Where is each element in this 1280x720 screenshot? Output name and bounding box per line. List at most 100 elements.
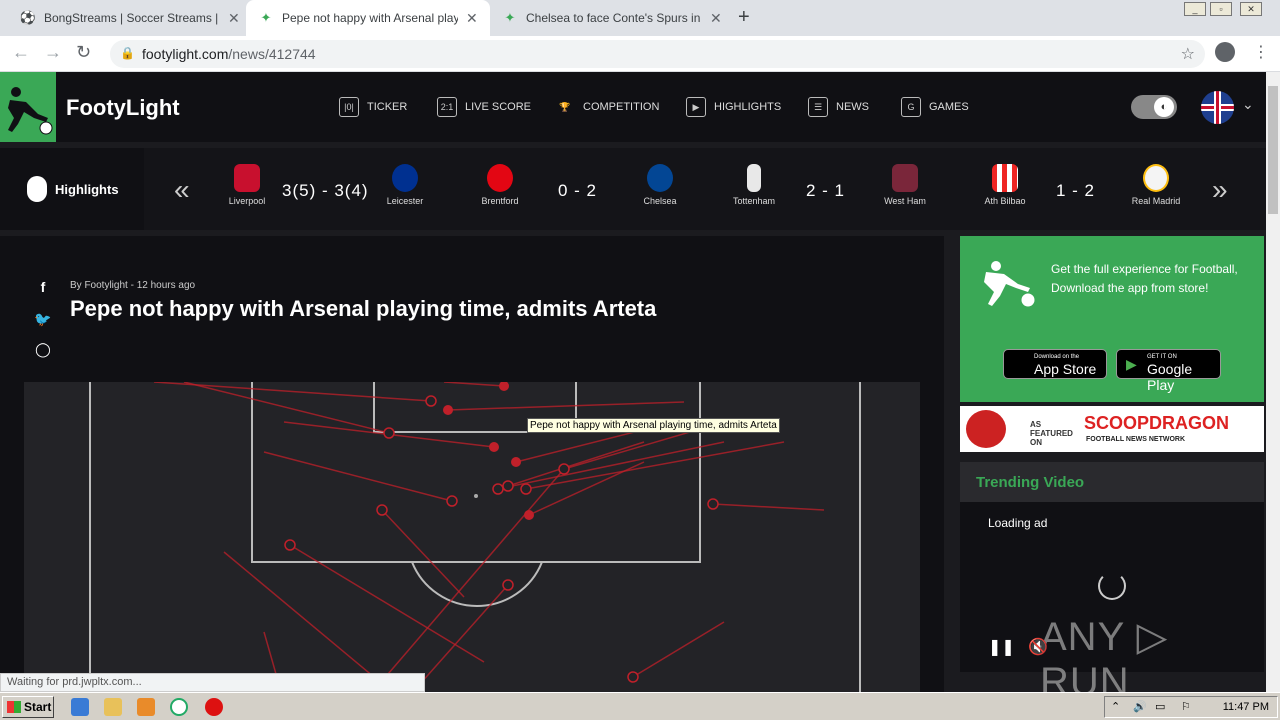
match-score[interactable]: 1 - 2 (1056, 181, 1095, 201)
highlights-label-box[interactable]: Highlights (0, 148, 144, 230)
network-icon[interactable]: ▭ (1155, 700, 1165, 713)
google-play-icon: ▶ (1126, 356, 1137, 372)
scoopdragon-banner[interactable]: AS FEATURED ON SCOOPDRAGON FOOTBALL NEWS N… (960, 406, 1264, 452)
address-bar[interactable]: 🔒 footylight.com/news/412744 ☆ (110, 40, 1205, 68)
live-score-icon: 2:1 (437, 97, 457, 117)
nav-label: LIVE SCORE (465, 101, 532, 113)
page-viewport: FootyLight |0| TICKER 2:1 LIVE SCORE 🏆 C… (0, 72, 1266, 692)
folder-icon[interactable] (104, 698, 122, 716)
footylight-favicon-icon: ✦ (260, 10, 272, 25)
nav-games[interactable]: G GAMES (901, 96, 969, 118)
trending-video: Trending Video Loading ad ANY ▷ RUN ❚❚ 🔇 (960, 462, 1264, 692)
tottenham-crest-icon (747, 164, 761, 192)
trending-header: Trending Video (960, 462, 1264, 502)
url-domain: footylight.com (142, 46, 229, 62)
taskbar: Start ⌃ 🔊 ▭ ⚐ 11:47 PM (0, 692, 1280, 720)
clock: 11:47 PM (1222, 701, 1269, 713)
back-icon[interactable]: ← (12, 42, 30, 63)
mute-icon[interactable]: 🔇 (1028, 637, 1048, 657)
match-score[interactable]: 3(5) - 3(4) (282, 181, 369, 201)
google-play-small: GET IT ON (1147, 354, 1177, 360)
browser-tab[interactable]: ⚽ BongStreams | Soccer Streams | NBA ✕ (8, 0, 252, 36)
nav-live-score[interactable]: 2:1 LIVE SCORE (437, 96, 531, 118)
ie-icon[interactable] (71, 698, 89, 716)
banner-subtitle: FOOTBALL NEWS NETWORK (1086, 436, 1186, 443)
alert-icon[interactable]: ⚐ (1181, 700, 1191, 713)
athletic-bilbao-crest-icon (992, 164, 1018, 192)
system-tray: ⌃ 🔊 ▭ ⚐ 11:47 PM (1104, 696, 1278, 718)
team-name: West Ham (884, 196, 926, 206)
chevron-down-icon[interactable]: ⌄ (1242, 96, 1254, 113)
uk-flag-icon[interactable] (1201, 91, 1234, 124)
minimize-icon[interactable]: _ (1184, 2, 1206, 16)
menu-kebab-icon[interactable]: ⋮ (1253, 42, 1269, 62)
team-home[interactable]: Ath Bilbao (970, 164, 1040, 206)
browser-tab[interactable]: ✦ Chelsea to face Conte's Spurs in EFL ✕ (490, 0, 734, 36)
article-byline: By Footylight - 12 hours ago (70, 280, 196, 291)
team-away[interactable]: West Ham (870, 164, 940, 206)
loading-spinner-icon (1098, 572, 1126, 600)
next-arrow-icon[interactable]: » (1212, 174, 1228, 206)
team-away[interactable]: Real Madrid (1121, 164, 1191, 206)
team-name: Brentford (481, 196, 519, 206)
nav-competition[interactable]: 🏆 COMPETITION (555, 96, 659, 118)
close-tab-icon[interactable]: ✕ (228, 10, 240, 27)
speaker-icon[interactable]: 🔊 (1133, 700, 1147, 713)
team-away[interactable]: Chelsea (625, 164, 695, 206)
url-path: /news/412744 (228, 46, 316, 62)
games-icon: G (901, 97, 921, 117)
team-home[interactable]: Liverpool (212, 164, 282, 206)
team-home[interactable]: Tottenham (719, 164, 789, 206)
close-tab-icon[interactable]: ✕ (466, 10, 478, 27)
google-play-button[interactable]: ▶ GET IT ON Google Play (1116, 349, 1221, 393)
nav-ticker[interactable]: |0| TICKER (339, 96, 407, 118)
brand-name[interactable]: FootyLight (66, 95, 180, 121)
banner-on: ON (1030, 438, 1042, 447)
west-ham-crest-icon (892, 164, 918, 192)
start-button[interactable]: Start (2, 696, 54, 718)
prev-arrow-icon[interactable]: « (174, 174, 190, 206)
match-score[interactable]: 0 - 2 (558, 181, 597, 201)
tray-up-icon[interactable]: ⌃ (1111, 700, 1120, 713)
url-text: footylight.com/news/412744 (142, 46, 316, 62)
loading-ad-text: Loading ad (988, 516, 1048, 530)
team-name: Real Madrid (1131, 196, 1181, 206)
dark-mode-toggle[interactable]: ◐ (1131, 95, 1177, 119)
app-store-button[interactable]: Download on the App Store (1003, 349, 1107, 379)
nav-highlights[interactable]: ▶ HIGHLIGHTS (686, 96, 781, 118)
nav-news[interactable]: ☰ NEWS (808, 96, 869, 118)
team-away[interactable]: Leicester (370, 164, 440, 206)
twitter-icon[interactable]: 🐦 (34, 310, 52, 328)
scrollbar-thumb[interactable] (1268, 86, 1278, 214)
close-tab-icon[interactable]: ✕ (710, 10, 722, 27)
new-tab-icon[interactable]: + (738, 6, 750, 29)
close-window-icon[interactable]: ✕ (1240, 2, 1262, 16)
profile-avatar-icon[interactable] (1215, 42, 1235, 62)
forward-icon[interactable]: → (44, 42, 62, 63)
reload-icon[interactable]: ↻ (76, 42, 91, 63)
opera-icon[interactable] (205, 698, 223, 716)
footylight-logo[interactable] (0, 72, 56, 142)
tooltip: Pepe not happy with Arsenal playing time… (527, 418, 780, 433)
media-player-icon[interactable] (137, 698, 155, 716)
bookmark-star-icon[interactable]: ☆ (1181, 44, 1195, 64)
pause-icon[interactable]: ❚❚ (988, 637, 1015, 657)
maximize-icon[interactable]: ▫ (1210, 2, 1232, 16)
leicester-crest-icon (392, 164, 418, 192)
banner-title: SCOOPDRAGON (1084, 413, 1230, 433)
whatsapp-icon[interactable]: ◯ (34, 340, 52, 358)
nav-label: TICKER (367, 101, 408, 113)
start-label: Start (24, 700, 52, 714)
highlights-label: Highlights (55, 182, 119, 197)
page-scrollbar[interactable] (1266, 72, 1280, 692)
nav-label: NEWS (836, 101, 869, 113)
team-home[interactable]: Brentford (465, 164, 535, 206)
article-hero-image (24, 382, 920, 692)
browser-tab-active[interactable]: ✦ Pepe not happy with Arsenal playing ✕ (246, 0, 490, 36)
facebook-icon[interactable]: f (34, 278, 52, 296)
match-score[interactable]: 2 - 1 (806, 181, 845, 201)
status-bar: Waiting for prd.jwpltx.com... (0, 673, 425, 692)
play-icon: ▶ (686, 97, 706, 117)
chrome-icon[interactable] (170, 698, 188, 716)
liverpool-crest-icon (234, 164, 260, 192)
